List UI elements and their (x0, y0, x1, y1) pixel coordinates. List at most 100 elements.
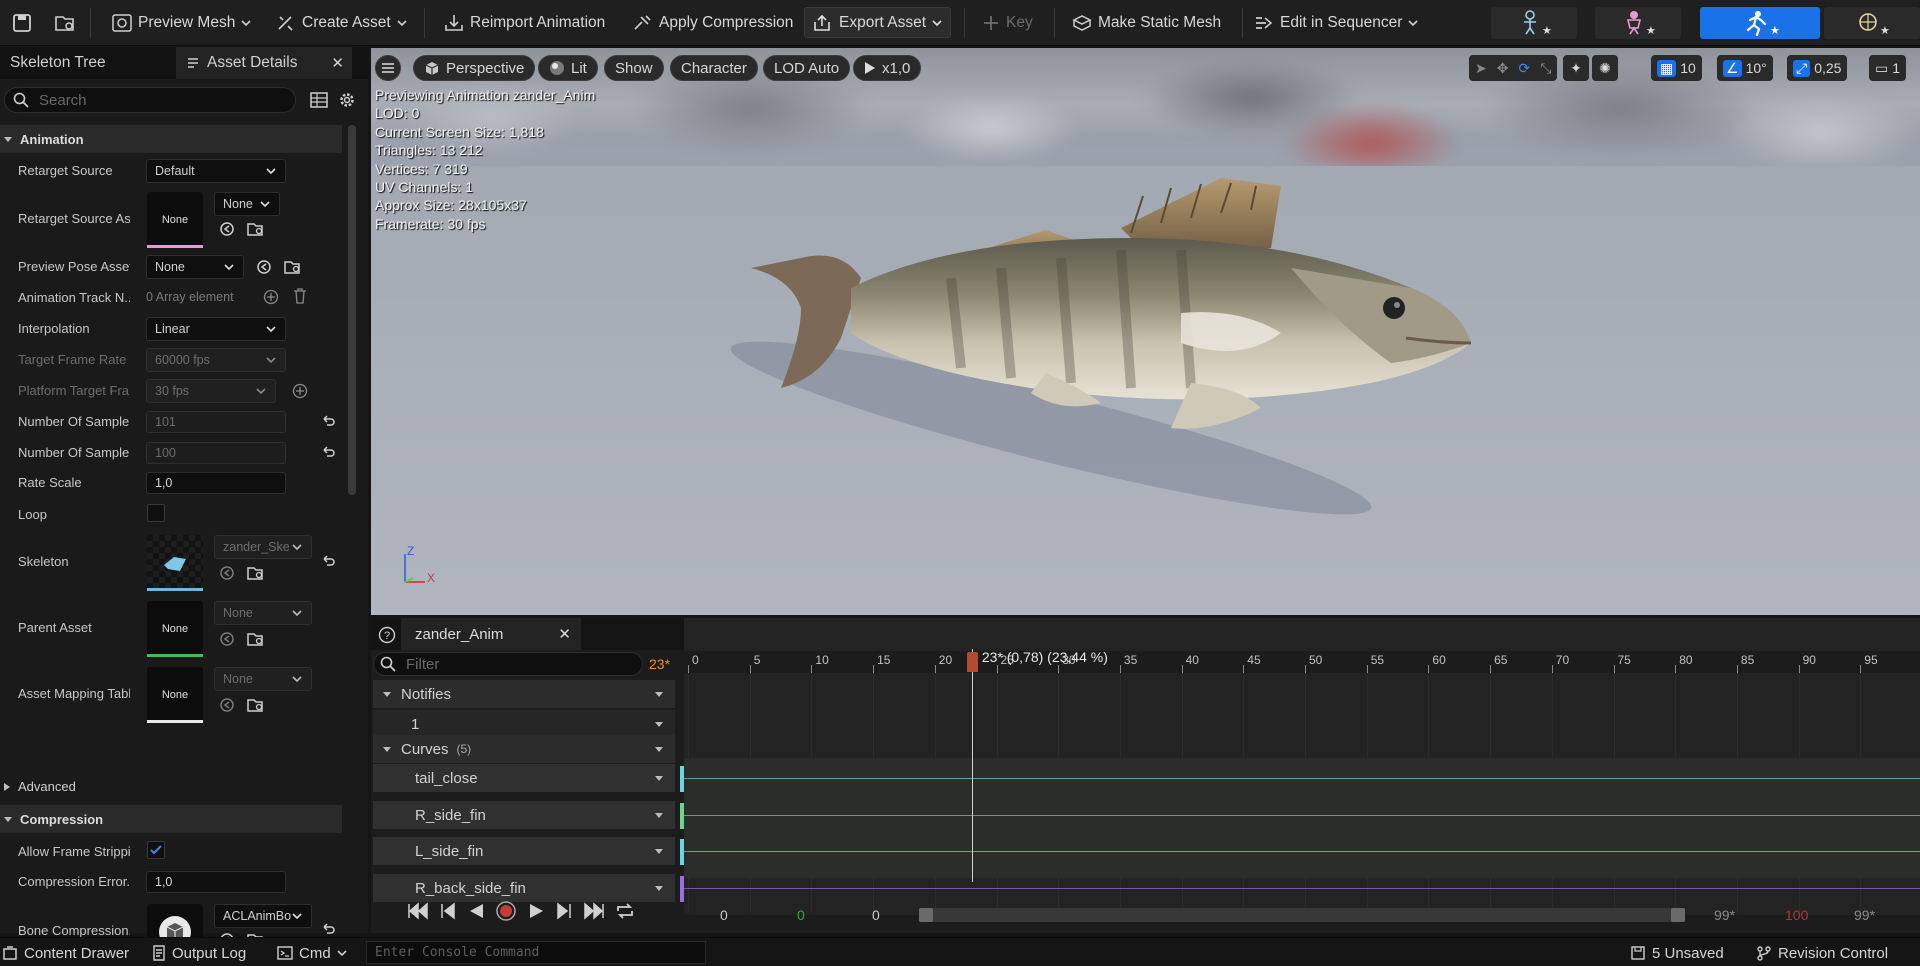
preview-viewport[interactable]: Perspective Lit Show Character LOD Auto … (371, 48, 1920, 615)
cmd-dropdown[interactable]: Cmd (277, 942, 347, 964)
surface-snap-button[interactable]: ✺ (1592, 55, 1618, 81)
section-advanced[interactable]: Advanced (2, 779, 76, 794)
add-element-icon[interactable] (292, 383, 308, 402)
curve-track-row[interactable]: R_side_fin (373, 801, 687, 829)
dropdown-arrow-icon[interactable] (653, 744, 665, 754)
character-button[interactable]: Character (670, 55, 758, 81)
unsaved-button[interactable]: 5 Unsaved (1630, 942, 1724, 964)
close-tab-icon[interactable]: ✕ (558, 625, 571, 643)
target-frame-rate-dropdown[interactable]: 60000 fps (146, 348, 286, 372)
add-element-icon[interactable] (263, 289, 279, 308)
tab-asset-details[interactable]: Asset Details ✕ (176, 47, 352, 79)
browse-asset-icon[interactable] (46, 7, 84, 38)
content-drawer-button[interactable]: Content Drawer (2, 942, 129, 964)
use-selected-icon[interactable] (219, 631, 235, 650)
rotation-snap-button[interactable]: ∠ 10° (1717, 55, 1773, 81)
interpolation-dropdown[interactable]: Linear (146, 317, 286, 341)
dropdown-arrow-icon[interactable] (653, 883, 665, 893)
retarget-source-asset-thumbnail[interactable]: None (147, 192, 203, 248)
apply-compression-button[interactable]: Apply Compression (625, 7, 801, 38)
tab-zander-anim[interactable]: zander_Anim ✕ (401, 618, 581, 650)
view-range-end-handle[interactable] (1671, 908, 1685, 922)
curves-track-header[interactable]: Curves (5) (373, 735, 675, 763)
play-reverse-icon[interactable] (467, 902, 485, 920)
physics-mode-button[interactable]: ★ (1824, 7, 1920, 39)
export-asset-button[interactable]: Export Asset (804, 7, 952, 38)
preview-mesh-button[interactable]: Preview Mesh (104, 7, 259, 38)
reimport-animation-button[interactable]: Reimport Animation (436, 7, 613, 38)
lit-button[interactable]: Lit (538, 55, 598, 81)
skeleton-dropdown[interactable]: zander_Ske (214, 535, 312, 559)
reset-to-default-icon[interactable] (320, 444, 336, 463)
timeline[interactable]: 0 5 10 15 20 25 30 35 40 45 50 55 60 65 70 75 80 85 90 95 2… (684, 618, 1920, 915)
close-tab-icon[interactable]: ✕ (331, 54, 344, 72)
rate-scale-field[interactable]: 1,0 (146, 472, 286, 494)
search-input[interactable]: Search (4, 87, 296, 113)
browse-asset-icon[interactable] (247, 631, 265, 650)
help-icon[interactable]: ? (378, 626, 396, 647)
use-selected-icon[interactable] (219, 697, 235, 716)
step-back-icon[interactable] (439, 902, 457, 920)
move-tool-icon[interactable]: ✥ (1497, 60, 1509, 77)
playback-start-value[interactable]: 0 (797, 907, 805, 923)
view-range-bar[interactable] (919, 908, 1685, 922)
range-start-value[interactable]: 0 (720, 907, 728, 923)
browse-asset-icon[interactable] (284, 259, 302, 278)
use-selected-icon[interactable] (219, 565, 235, 584)
scrub-handle[interactable] (966, 652, 978, 672)
dropdown-arrow-icon[interactable] (653, 689, 665, 699)
grid-snap-button[interactable]: ▦ 10 (1651, 55, 1702, 81)
view-start-value[interactable]: 0 (872, 907, 880, 923)
time-ruler[interactable] (684, 651, 1920, 673)
dropdown-arrow-icon[interactable] (653, 719, 665, 729)
curve-track-row[interactable]: R_back_side_fin (373, 874, 687, 902)
notifies-track-header[interactable]: Notifies (373, 680, 675, 708)
asset-mapping-table-dropdown[interactable]: None (214, 667, 312, 691)
dropdown-arrow-icon[interactable] (653, 846, 665, 856)
section-animation[interactable]: Animation (0, 125, 342, 153)
number-of-sampled-keys-field[interactable]: 101 (146, 411, 286, 433)
preview-pose-asset-dropdown[interactable]: None (146, 255, 244, 279)
retarget-source-asset-dropdown[interactable]: None (214, 192, 280, 216)
allow-frame-stripping-checkbox[interactable] (147, 841, 165, 859)
console-command-input[interactable]: Enter Console Command (366, 941, 706, 964)
loop-icon[interactable] (615, 902, 635, 920)
skip-to-start-icon[interactable] (407, 902, 429, 920)
output-log-button[interactable]: Output Log (152, 942, 246, 964)
bone-compression-dropdown[interactable]: ACLAnimBo (214, 904, 312, 928)
revision-control-button[interactable]: Revision Control (1756, 942, 1888, 964)
record-icon[interactable] (495, 900, 517, 922)
rotate-tool-icon[interactable]: ⟳ (1518, 60, 1530, 77)
browse-asset-icon[interactable] (247, 565, 265, 584)
animation-mode-button[interactable]: ★ (1700, 7, 1820, 39)
browse-asset-icon[interactable] (247, 221, 265, 240)
number-of-sampled-frames-field[interactable]: 100 (146, 442, 286, 464)
mesh-mode-button[interactable]: ★ (1595, 7, 1681, 39)
browse-asset-icon[interactable] (247, 697, 265, 716)
perspective-button[interactable]: Perspective (413, 55, 536, 81)
play-rate-button[interactable]: x1,0 (853, 55, 922, 81)
section-compression[interactable]: Compression (0, 805, 342, 833)
reset-to-default-icon[interactable] (320, 553, 336, 572)
details-scrollbar[interactable] (348, 125, 356, 495)
filter-input[interactable]: Filter (373, 652, 643, 676)
use-selected-icon[interactable] (219, 221, 235, 240)
table-view-icon[interactable] (310, 91, 328, 112)
use-selected-icon[interactable] (256, 259, 272, 278)
asset-mapping-table-thumbnail[interactable]: None (147, 667, 203, 723)
reset-to-default-icon[interactable] (320, 413, 336, 432)
platform-target-frame-rate-dropdown[interactable]: 30 fps (146, 379, 276, 403)
retarget-source-dropdown[interactable]: Default (146, 159, 286, 183)
view-range-start-handle[interactable] (919, 908, 933, 922)
gear-icon[interactable] (338, 91, 356, 112)
camera-speed-button[interactable]: ▭ 1 (1869, 55, 1907, 81)
skeleton-mode-button[interactable]: ★ (1491, 7, 1577, 39)
parent-asset-thumbnail[interactable]: None (147, 601, 203, 657)
select-tool-icon[interactable]: ➤ (1475, 60, 1487, 77)
parent-asset-dropdown[interactable]: None (214, 601, 312, 625)
edit-in-sequencer-button[interactable]: Edit in Sequencer (1246, 7, 1426, 38)
skeleton-thumbnail[interactable] (147, 535, 203, 591)
viewport-menu-button[interactable] (375, 55, 401, 81)
range-end-value[interactable]: 99* (1854, 907, 1875, 923)
scrub-line[interactable] (971, 649, 973, 882)
